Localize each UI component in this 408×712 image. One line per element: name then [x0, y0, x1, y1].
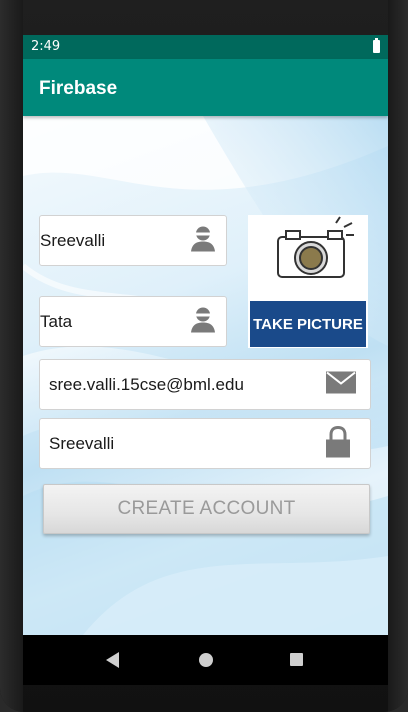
back-icon[interactable]	[106, 652, 119, 668]
screen: 2:49 Firebase Sreevalli Tata TAKE PICTUR…	[23, 35, 388, 635]
mail-icon	[326, 371, 356, 398]
take-picture-button[interactable]: TAKE PICTURE	[248, 215, 368, 348]
take-picture-label: TAKE PICTURE	[250, 301, 366, 347]
password-value: Sreevalli	[49, 433, 115, 453]
battery-icon	[373, 38, 380, 53]
app-bar: Firebase	[23, 59, 388, 116]
email-field[interactable]: sree.valli.15cse@bml.edu	[39, 359, 371, 410]
email-value: sree.valli.15cse@bml.edu	[49, 374, 244, 394]
create-account-button[interactable]: CREATE ACCOUNT	[43, 484, 370, 534]
status-time: 2:49	[31, 39, 61, 54]
navigation-bar	[23, 635, 388, 685]
last-name-value: Tata	[40, 311, 73, 331]
person-icon	[188, 223, 218, 258]
person-icon	[188, 304, 218, 339]
first-name-value: Sreevalli	[40, 230, 106, 250]
camera-icon	[277, 216, 354, 278]
home-icon[interactable]	[199, 653, 213, 667]
password-field[interactable]: Sreevalli	[39, 418, 371, 469]
first-name-field[interactable]: Sreevalli	[39, 215, 227, 266]
content-area: Sreevalli Tata TAKE PICTURE sree.valli.1…	[23, 116, 388, 635]
device-frame: 2:49 Firebase Sreevalli Tata TAKE PICTUR…	[0, 0, 408, 712]
device-edge-right	[388, 0, 408, 712]
recents-icon[interactable]	[290, 653, 303, 666]
status-bar: 2:49	[23, 35, 388, 59]
app-title: Firebase	[39, 78, 118, 99]
device-edge-left	[0, 0, 23, 712]
last-name-field[interactable]: Tata	[39, 296, 227, 347]
lock-icon	[324, 425, 352, 462]
